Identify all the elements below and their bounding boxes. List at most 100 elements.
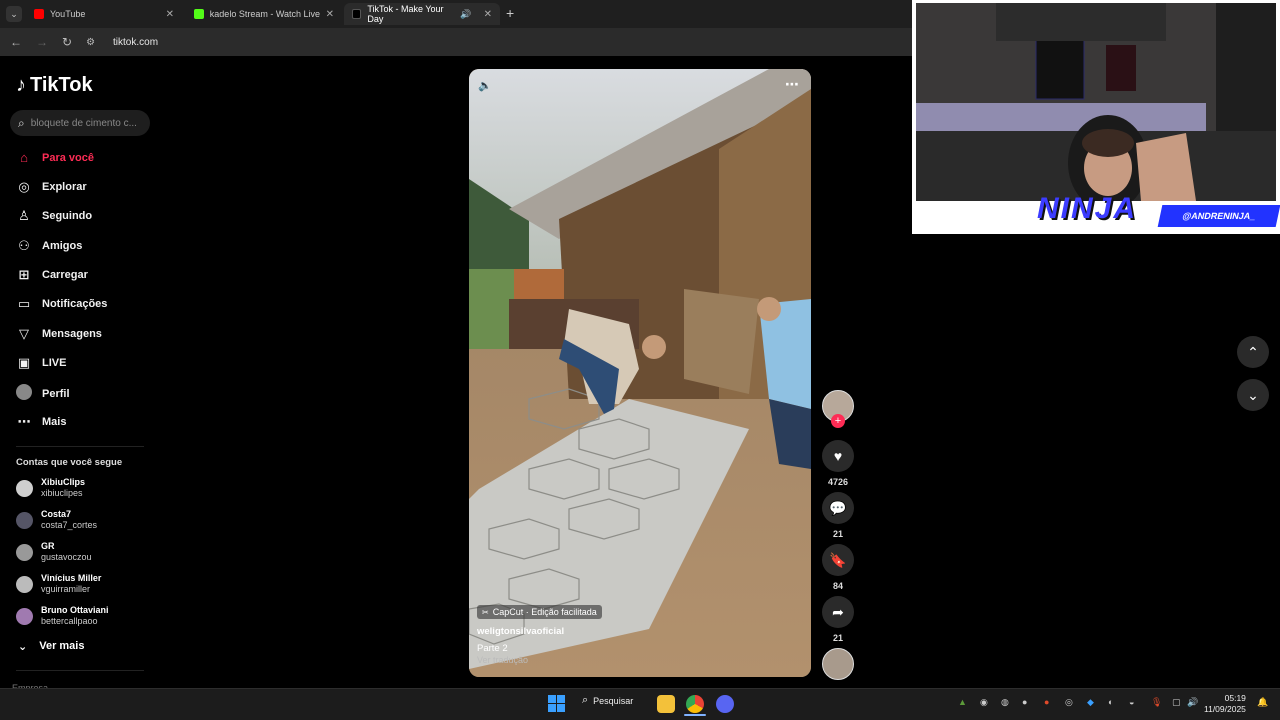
account-name: Vinícius Miller: [41, 573, 102, 583]
see-more-button[interactable]: ⌄ Ver mais: [18, 640, 84, 653]
url-field[interactable]: tiktok.com: [113, 37, 158, 48]
like-count: 4726: [827, 477, 849, 487]
account-item[interactable]: Costa7 costa7_cortes: [16, 509, 97, 531]
message-icon: ▽: [19, 326, 29, 341]
profile-icon: [16, 384, 32, 403]
account-item[interactable]: Vinícius Miller vguirramiller: [16, 573, 101, 595]
nav-para-voce[interactable]: ⌂ Para você: [16, 150, 94, 165]
tab-youtube[interactable]: YouTube ✕: [26, 3, 182, 25]
tray-app-icon[interactable]: ●: [1044, 697, 1049, 707]
chrome-icon[interactable]: [686, 695, 704, 713]
previous-video-button[interactable]: ⌃: [1237, 336, 1269, 368]
back-icon[interactable]: ←: [10, 35, 22, 49]
address-bar: ← → ↻ ⚙ tiktok.com: [0, 28, 912, 56]
avatar: [16, 479, 33, 497]
tray-app-icon[interactable]: ●: [1022, 697, 1027, 707]
windows-start-icon[interactable]: [548, 695, 565, 712]
more-options-icon[interactable]: ⋯: [785, 76, 799, 93]
streamer-logo: NINJA: [1037, 192, 1138, 225]
tray-app-icon[interactable]: ◎: [1065, 697, 1073, 708]
music-disc-avatar[interactable]: [822, 648, 854, 680]
account-name: GR: [41, 541, 55, 551]
following-icon: ♙: [18, 208, 30, 223]
tray-app-icon[interactable]: ◍: [1001, 697, 1009, 708]
discord-icon[interactable]: [716, 695, 734, 713]
comment-count: 21: [832, 529, 843, 539]
taskbar-search[interactable]: ⌕ Pesquisar: [582, 694, 633, 707]
see-translation-link[interactable]: Ver tradução: [477, 655, 528, 665]
tray-app-icon[interactable]: ◆: [1087, 697, 1094, 708]
tab-title: TikTok - Make Your Day: [367, 4, 444, 24]
close-icon[interactable]: ✕: [166, 9, 174, 20]
nav-label: Explorar: [42, 181, 87, 193]
video-player[interactable]: [469, 69, 811, 677]
steam-icon[interactable]: ◒: [1129, 697, 1134, 707]
account-name: Costa7: [41, 509, 72, 519]
heart-icon: ♥: [833, 448, 843, 464]
next-video-button[interactable]: ⌄: [1237, 379, 1269, 411]
tray-app-icon[interactable]: ◉: [980, 697, 988, 708]
tab-list-button[interactable]: ⌄: [6, 6, 22, 22]
save-button[interactable]: 🔖: [822, 544, 854, 576]
nvidia-icon[interactable]: ▲: [958, 697, 967, 707]
notification-icon: ▭: [17, 296, 31, 311]
avatar: [16, 511, 33, 529]
volume-icon[interactable]: 🔊: [1187, 697, 1198, 708]
system-clock[interactable]: 05:19 11/09/2025: [1204, 693, 1246, 715]
nav-label: Perfil: [42, 387, 70, 400]
nav-live[interactable]: ▣ LIVE: [16, 355, 67, 371]
nav-perfil[interactable]: Perfil: [16, 384, 70, 403]
tiktok-icon: [352, 9, 362, 19]
reload-icon[interactable]: ↻: [62, 35, 72, 49]
nav-seguindo[interactable]: ♙ Seguindo: [16, 208, 92, 224]
like-button[interactable]: ♥: [822, 440, 854, 472]
nav-amigos[interactable]: ⚇ Amigos: [16, 238, 82, 254]
nav-notificacoes[interactable]: ▭ Notificações: [16, 296, 108, 312]
speaker-icon[interactable]: 🔊: [460, 9, 471, 20]
comment-button[interactable]: 💬: [822, 492, 854, 524]
video-description: Parte 2: [477, 643, 508, 654]
capcut-badge[interactable]: ✂ CapCut · Edição facilitada: [477, 605, 602, 619]
account-item[interactable]: Bruno Ottaviani bettercallpaoo: [16, 605, 109, 627]
site-info-icon[interactable]: ⚙: [86, 37, 95, 48]
webcam-feed: [916, 3, 1276, 201]
search-icon: ⌕: [18, 115, 25, 130]
live-icon: ▣: [17, 355, 31, 370]
tab-kick[interactable]: kadelo Stream - Watch Live on ✕: [186, 3, 342, 25]
capcut-label: CapCut · Edição facilitada: [492, 607, 597, 617]
nav-carregar[interactable]: ⊞ Carregar: [16, 267, 88, 283]
notification-bell-icon[interactable]: 🔔: [1257, 697, 1268, 708]
account-item[interactable]: GR gustavoczou: [16, 541, 92, 563]
search-placeholder: bloquete de cimento c...: [30, 117, 137, 129]
mute-icon[interactable]: 🔈: [478, 79, 492, 92]
network-icon[interactable]: ▢: [1172, 697, 1181, 708]
taskbar-search-label: Pesquisar: [593, 695, 634, 706]
tiktok-logo[interactable]: ♪ TikTok: [16, 74, 93, 97]
tab-tiktok[interactable]: TikTok - Make Your Day 🔊 ✕: [344, 3, 500, 25]
account-item[interactable]: XibiuClips xibiuclipes: [16, 477, 85, 499]
divider: [16, 670, 144, 671]
chevron-down-icon: ⌄: [18, 641, 28, 653]
follow-plus-icon[interactable]: +: [831, 414, 845, 428]
tray-app-icon[interactable]: ◐: [1108, 697, 1113, 707]
account-handle: bettercallpaoo: [41, 616, 98, 626]
new-tab-button[interactable]: +: [506, 5, 514, 21]
nav-mensagens[interactable]: ▽ Mensagens: [16, 326, 102, 342]
avatar: [16, 607, 33, 625]
file-explorer-icon[interactable]: [657, 695, 675, 713]
nav-explorar[interactable]: ◎ Explorar: [16, 179, 87, 195]
close-icon[interactable]: ✕: [484, 9, 492, 20]
tiktok-note-icon: ♪: [16, 74, 26, 96]
forward-icon[interactable]: →: [36, 35, 48, 49]
close-icon[interactable]: ✕: [326, 9, 334, 20]
share-icon: ➦: [832, 603, 844, 620]
microphone-icon[interactable]: 🎙: [1151, 697, 1162, 708]
chevron-up-icon: ⌃: [1247, 343, 1259, 360]
share-button[interactable]: ➦: [822, 596, 854, 628]
search-input[interactable]: ⌕ bloquete de cimento c...: [10, 110, 150, 136]
capcut-icon: ✂: [482, 607, 489, 617]
nav-label: Seguindo: [42, 210, 93, 222]
video-author[interactable]: weligtonsilvaoficial: [477, 626, 564, 637]
nav-mais[interactable]: ⋯ Mais: [16, 414, 67, 430]
clock-date: 11/09/2025: [1204, 704, 1246, 714]
